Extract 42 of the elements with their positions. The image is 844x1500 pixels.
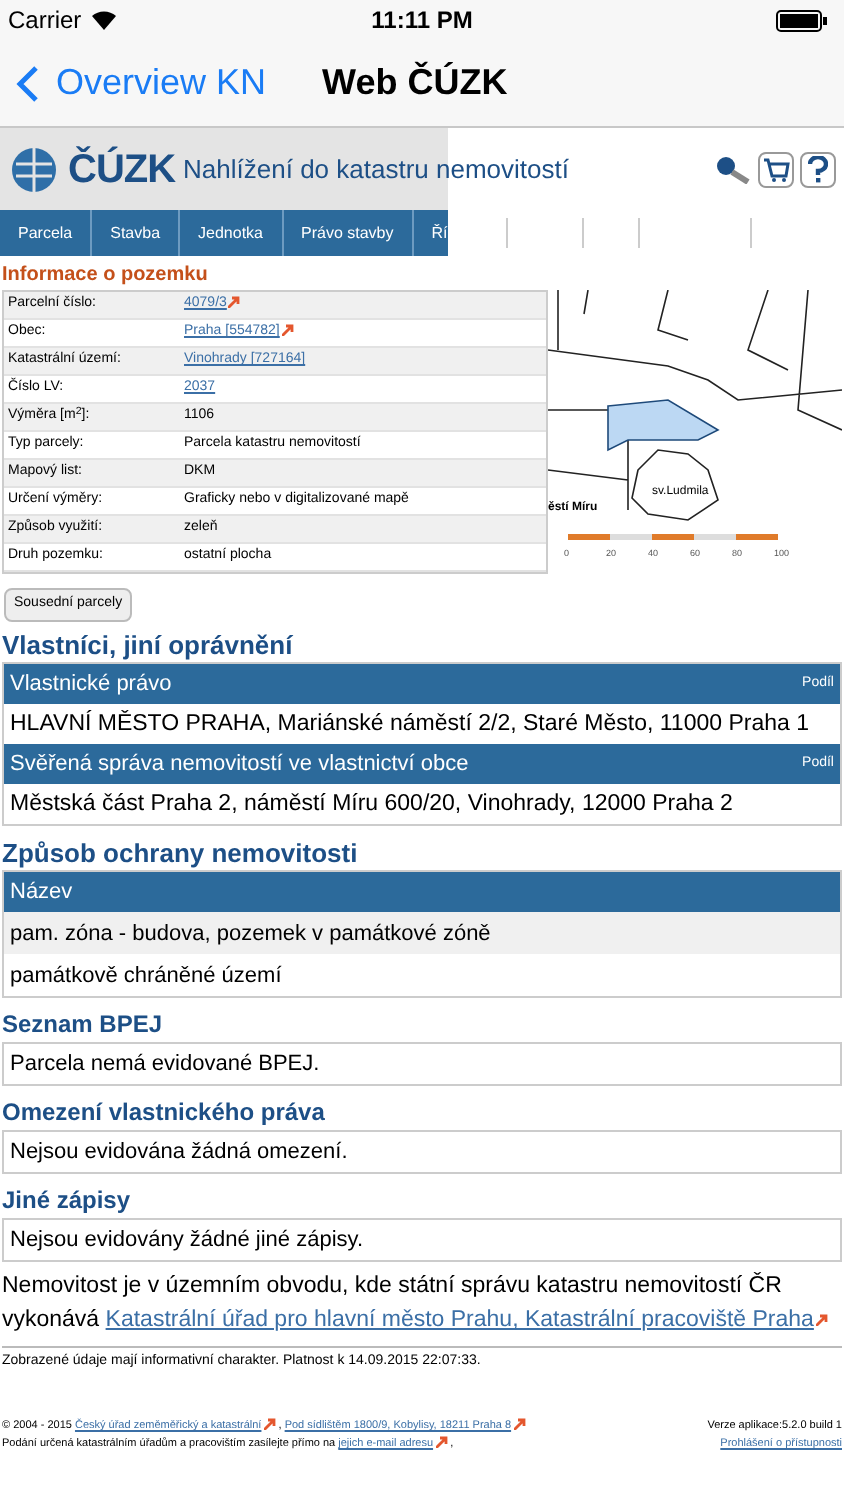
info-text: Nejsou evidována žádná omezení. (2, 1130, 842, 1175)
nav-tab[interactable]: Ří (413, 210, 448, 256)
help-icon (808, 155, 828, 183)
owner-entry: HLAVNÍ MĚSTO PRAHA, Mariánské náměstí 2/2, Staré Město, 11000 Praha 1 (8, 708, 811, 740)
battery-icon (776, 9, 828, 31)
nav-tab[interactable]: Stavba (92, 210, 181, 256)
info-text: Parcela nemá evidované BPEJ. (2, 1042, 842, 1087)
external-link-icon (815, 1314, 828, 1327)
external-link-icon (228, 296, 241, 309)
help-button[interactable] (800, 151, 836, 187)
section-heading: Seznam BPEJ (2, 1008, 165, 1043)
owner-entry: Městská část Praha 2, náměstí Míru 600/20, Vinohrady, 12000 Praha 2 (8, 789, 735, 820)
office-note: Nemovitost je v územním obvodu, kde státní správu katastru nemovitostí ČR vykonává Katastrální úřad pro hlavní město Prahu, Katastrální pracoviště Praha (2, 1270, 842, 1339)
header-title: Nahlížení do katastru nemovitostí (183, 151, 569, 188)
nav-tab[interactable]: Parcela (0, 210, 93, 256)
back-chevron-icon (16, 63, 40, 103)
external-link-icon (513, 1418, 526, 1431)
logo-text: ČÚZK (68, 144, 176, 195)
info-text: Nejsou evidovány žádné jiné zápisy. (2, 1218, 842, 1263)
section-heading: Způsob ochrany nemovitosti (2, 836, 360, 871)
nav-tab[interactable]: Právo stavby (283, 210, 414, 256)
column-heading: Název (4, 872, 840, 913)
external-link-icon (435, 1436, 448, 1449)
cart-icon (762, 155, 790, 183)
external-link-icon (263, 1418, 276, 1431)
column-heading: Svěřená správa nemovitostí ve vlastnictví obce (10, 750, 469, 780)
section-heading: Vlastníci, jiní oprávnění (2, 628, 295, 663)
section-heading: Informace o pozemku (2, 262, 210, 290)
globe-logo-icon (8, 143, 60, 195)
column-heading: Vlastnické právo (10, 670, 172, 700)
cart-button[interactable] (758, 151, 794, 187)
section-heading: Omezení vlastnického práva (2, 1096, 327, 1131)
carrier-label: Carrier (8, 4, 82, 38)
nav-tab[interactable]: Jednotka (180, 210, 283, 256)
nav-title: Web ČÚZK (322, 59, 508, 106)
back-button[interactable]: Overview KN (0, 56, 267, 110)
wifi-icon (89, 10, 118, 30)
external-link-icon (281, 324, 294, 337)
section-heading: Jiné zápisy (2, 1184, 133, 1219)
table-cell: pam. zóna - budova, pozemek v památkové zóně (4, 912, 840, 955)
clock: 11:11 PM (371, 4, 473, 38)
office-link[interactable]: Katastrální úřad pro hlavní město Prahu, Katastrální pracoviště Praha (105, 1308, 828, 1333)
